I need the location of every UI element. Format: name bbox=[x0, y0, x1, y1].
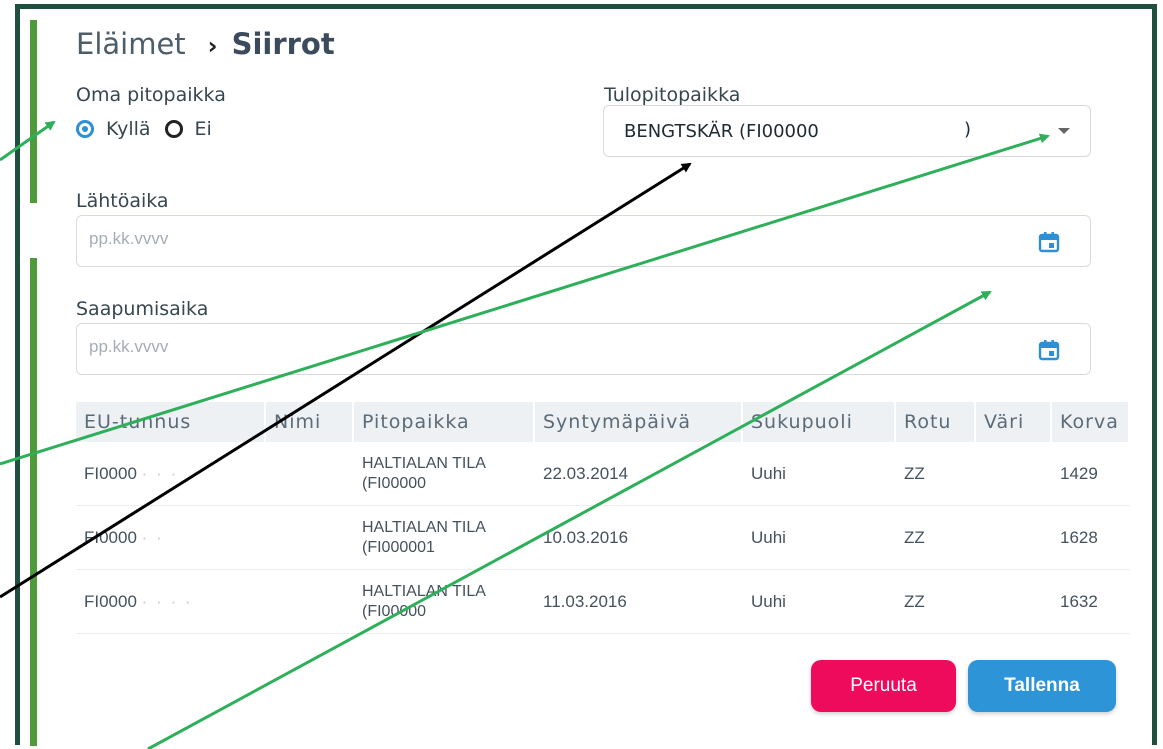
table-row[interactable]: FI0000 · · · HALTIALAN TILA (FI00000 22.0… bbox=[76, 442, 1130, 506]
destination-value-suffix: ) bbox=[964, 119, 972, 140]
arrival-date-input[interactable] bbox=[87, 336, 991, 358]
radio-option-yes[interactable]: Kyllä bbox=[76, 118, 151, 140]
destination-value: BENGTSKÄR (FI00000 bbox=[624, 120, 819, 142]
column-header-name[interactable]: Nimi bbox=[266, 402, 354, 442]
destination-label: Tulopitopaikka bbox=[604, 84, 741, 106]
cell-sex: Uuhi bbox=[743, 570, 896, 634]
cell-color bbox=[976, 442, 1052, 506]
calendar-icon[interactable] bbox=[1038, 231, 1060, 253]
column-header-location[interactable]: Pitopaikka bbox=[354, 402, 535, 442]
cell-location: HALTIALAN TILA (FI00000 bbox=[354, 570, 535, 634]
table-header-row: EU-tunnus Nimi Pitopaikka Syntymäpäivä S… bbox=[76, 402, 1130, 442]
cell-eu: FI0000 · · · bbox=[76, 442, 266, 506]
table-row[interactable]: FI0000 · · HALTIALAN TILA (FI000001 10.03… bbox=[76, 506, 1130, 570]
column-header-breed[interactable]: Rotu bbox=[896, 402, 976, 442]
accent-bar-top bbox=[30, 20, 37, 203]
arrival-date-field bbox=[76, 323, 1091, 375]
calendar-icon[interactable] bbox=[1038, 339, 1060, 361]
own-location-label: Oma pitopaikka bbox=[76, 84, 226, 106]
cell-ear: 1628 bbox=[1052, 506, 1130, 570]
cell-birthdate: 10.03.2016 bbox=[535, 506, 743, 570]
breadcrumb-parent[interactable]: Eläimet bbox=[76, 27, 186, 61]
cell-eu: FI0000 · · · · bbox=[76, 570, 266, 634]
cancel-button[interactable]: Peruuta bbox=[811, 660, 956, 712]
radio-option-no[interactable]: Ei bbox=[164, 118, 212, 140]
cell-ear: 1429 bbox=[1052, 442, 1130, 506]
table-row[interactable]: FI0000 · · · · HALTIALAN TILA (FI00000 11… bbox=[76, 570, 1130, 634]
departure-date-input[interactable] bbox=[87, 228, 991, 250]
breadcrumb: Eläimet › Siirrot bbox=[76, 24, 335, 66]
save-button[interactable]: Tallenna bbox=[968, 660, 1116, 712]
cell-breed: ZZ bbox=[896, 570, 976, 634]
cell-location: HALTIALAN TILA (FI000001 bbox=[354, 506, 535, 570]
departure-date-field bbox=[76, 215, 1091, 267]
own-location-radio-group: Kyllä Ei bbox=[76, 118, 226, 140]
column-header-birthdate[interactable]: Syntymäpäivä bbox=[535, 402, 743, 442]
radio-yes-label: Kyllä bbox=[106, 118, 151, 140]
column-header-eu[interactable]: EU-tunnus bbox=[76, 402, 266, 442]
cell-color bbox=[976, 506, 1052, 570]
cell-name bbox=[266, 442, 354, 506]
radio-checked-icon[interactable] bbox=[76, 120, 94, 138]
radio-unchecked-icon[interactable] bbox=[164, 120, 183, 138]
cell-name bbox=[266, 570, 354, 634]
cell-location: HALTIALAN TILA (FI00000 bbox=[354, 442, 535, 506]
arrival-label: Saapumisaika bbox=[76, 298, 209, 320]
cell-sex: Uuhi bbox=[743, 506, 896, 570]
departure-label: Lähtöaika bbox=[76, 190, 169, 212]
accent-bar-bottom bbox=[30, 258, 37, 746]
redaction-mask bbox=[856, 120, 966, 144]
breadcrumb-current: Siirrot bbox=[231, 27, 335, 61]
chevron-down-icon[interactable] bbox=[1058, 128, 1070, 134]
column-header-sex[interactable]: Sukupuoli bbox=[743, 402, 896, 442]
cell-name bbox=[266, 506, 354, 570]
breadcrumb-separator-icon: › bbox=[207, 32, 218, 60]
radio-no-label: Ei bbox=[194, 118, 212, 140]
cell-breed: ZZ bbox=[896, 506, 976, 570]
destination-select[interactable]: BENGTSKÄR (FI00000 ) bbox=[603, 105, 1091, 157]
column-header-ear[interactable]: Korva bbox=[1052, 402, 1130, 442]
animals-table: EU-tunnus Nimi Pitopaikka Syntymäpäivä S… bbox=[76, 402, 1130, 634]
column-header-color[interactable]: Väri bbox=[976, 402, 1052, 442]
cell-sex: Uuhi bbox=[743, 442, 896, 506]
cell-eu: FI0000 · · bbox=[76, 506, 266, 570]
cell-birthdate: 11.03.2016 bbox=[535, 570, 743, 634]
cell-breed: ZZ bbox=[896, 442, 976, 506]
cell-ear: 1632 bbox=[1052, 570, 1130, 634]
cell-birthdate: 22.03.2014 bbox=[535, 442, 743, 506]
cell-color bbox=[976, 570, 1052, 634]
